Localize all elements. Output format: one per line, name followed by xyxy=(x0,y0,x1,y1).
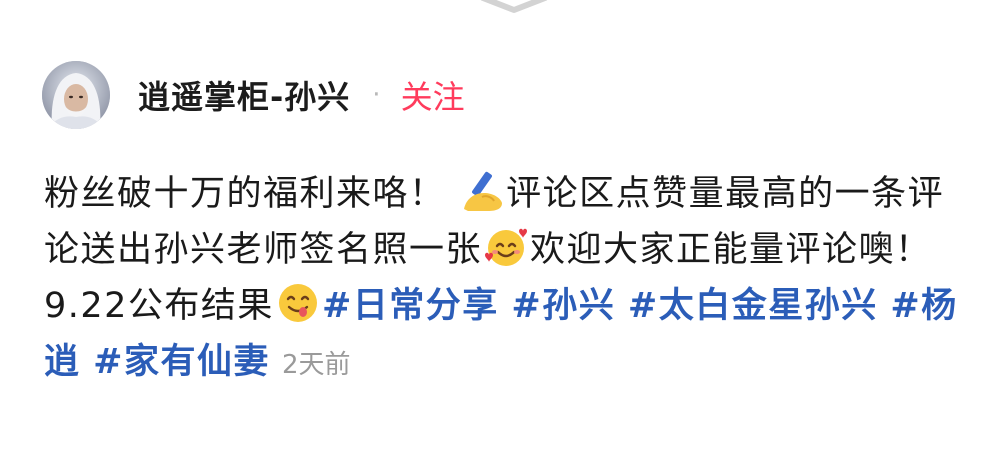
hashtag-link[interactable]: #孙兴 xyxy=(511,286,615,326)
hashtag-link[interactable]: #家有仙妻 xyxy=(93,342,270,382)
post-timestamp: 2天前 xyxy=(281,350,351,380)
hashtag-link[interactable]: #日常分享 xyxy=(322,286,499,326)
writing-hand-emoji-icon xyxy=(460,169,504,213)
drag-handle-chevron-icon[interactable] xyxy=(479,0,549,16)
author-name[interactable]: 逍遥掌柜-孙兴 xyxy=(138,72,350,118)
post-author-header: 逍遥掌柜-孙兴 · 关注 xyxy=(42,60,465,130)
separator-dot: · xyxy=(372,80,381,110)
smiling-face-with-hearts-emoji-icon xyxy=(484,225,528,269)
avatar[interactable] xyxy=(42,61,110,129)
post-text-part-1: 粉丝破十万的福利来咯！ xyxy=(44,174,459,214)
post-body: 粉丝破十万的福利来咯！ 评论区点赞量最高的一条评论送出孙兴老师签名照一张 欢迎大… xyxy=(44,166,974,393)
yum-face-emoji-icon xyxy=(276,281,320,325)
hashtag-link[interactable]: #太白金星孙兴 xyxy=(628,286,878,326)
follow-button[interactable]: 关注 xyxy=(401,72,465,118)
